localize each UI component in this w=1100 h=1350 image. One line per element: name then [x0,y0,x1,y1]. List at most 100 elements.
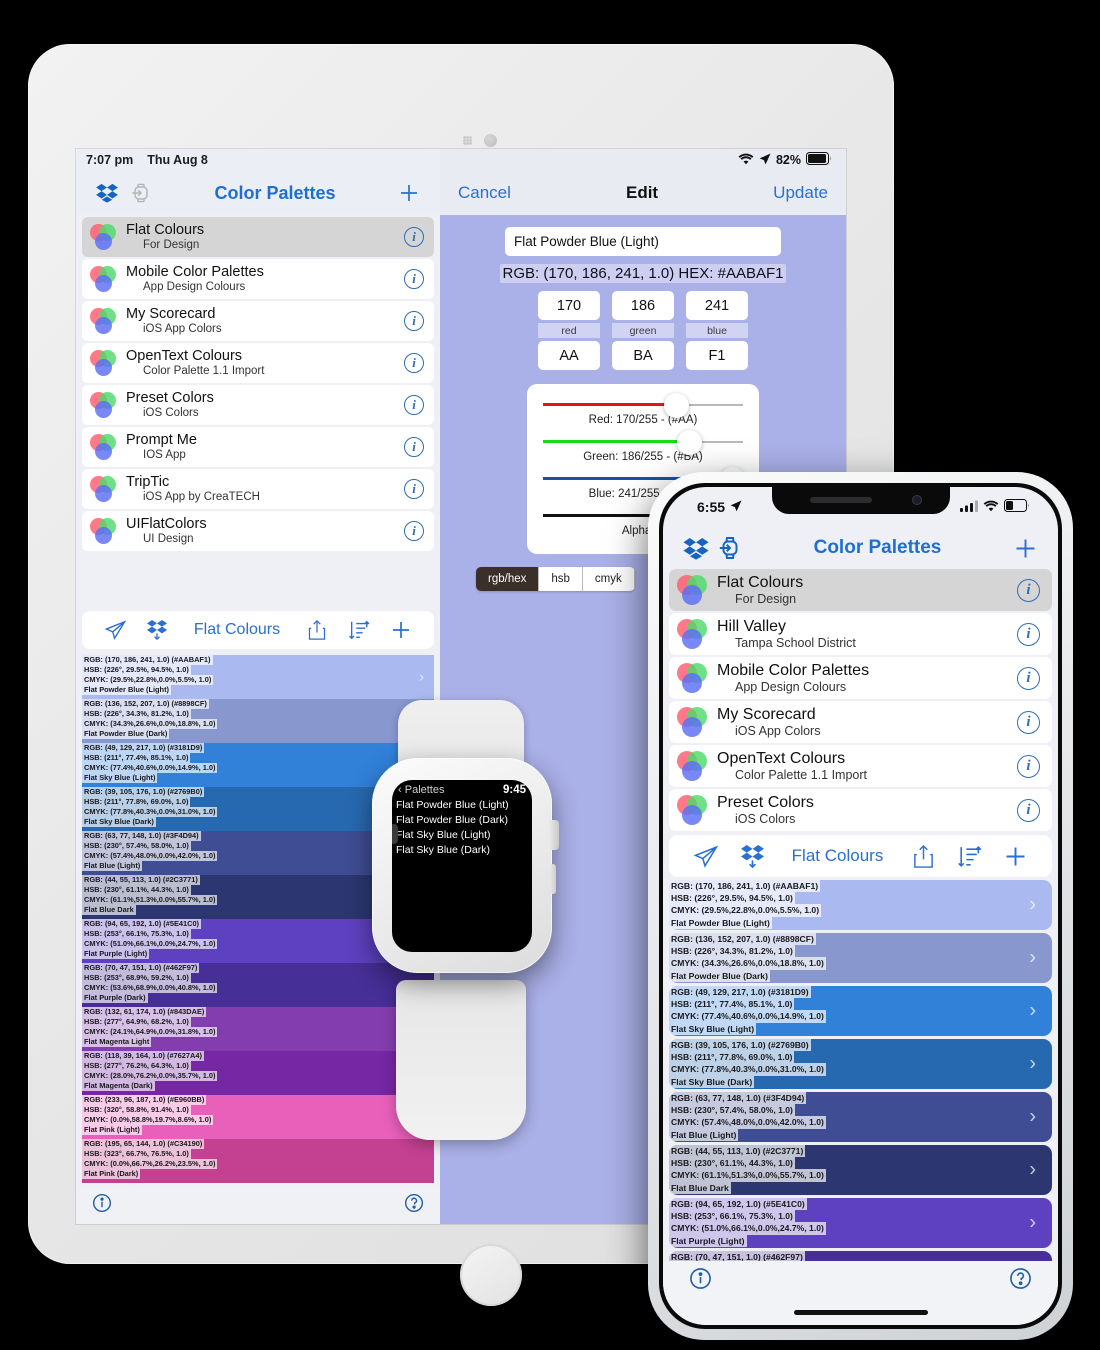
color-name: Flat Pink (Dark) [82,1169,141,1180]
palette-row[interactable]: OpenText Colours Color Palette 1.1 Impor… [82,343,434,383]
info-icon[interactable]: i [404,437,424,457]
paper-plane-icon[interactable] [94,619,136,641]
palette-row[interactable]: Mobile Color Palettes App Design Colours… [82,259,434,299]
info-icon[interactable]: i [1017,754,1040,778]
palette-row[interactable]: Flat Colours For Design i [669,569,1052,611]
channel-hex[interactable]: AA [538,341,600,370]
cmyk-line: CMYK: (57.4%,48.0%,0.0%,42.0%, 1.0) [669,1116,826,1129]
info-icon[interactable]: i [404,311,424,331]
watch-back-button[interactable]: ‹ Palettes [398,784,444,796]
ipad-home-button[interactable] [460,1244,522,1306]
channel-value[interactable]: 241 [686,291,748,320]
plus-icon[interactable] [1008,535,1042,562]
channel-slider[interactable] [543,430,743,455]
channel-value[interactable]: 170 [538,291,600,320]
help-icon[interactable] [404,1193,424,1218]
watch-side-button[interactable] [550,864,556,894]
home-indicator[interactable] [793,1310,928,1315]
iphone-color-list[interactable]: RGB: (170, 186, 241, 1.0) (#AABAF1) HSB:… [669,880,1052,1301]
palette-row[interactable]: Flat Colours For Design i [82,217,434,257]
info-icon[interactable]: i [404,395,424,415]
color-name-input[interactable]: Flat Powder Blue (Light) [505,227,781,256]
color-row[interactable]: RGB: (44, 55, 113, 1.0) (#2C3771) HSB: (… [669,1145,1052,1195]
help-icon[interactable] [1009,1267,1032,1295]
channel-hex[interactable]: BA [612,341,674,370]
palette-row[interactable]: TripTic iOS App by CreaTECH i [82,469,434,509]
info-icon[interactable]: i [1017,710,1040,734]
palette-row[interactable]: My Scorecard iOS App Colors i [82,301,434,341]
info-icon[interactable]: i [404,269,424,289]
slider-knob[interactable] [676,430,702,455]
color-row[interactable]: RGB: (39, 105, 176, 1.0) (#2769B0) HSB: … [669,1039,1052,1089]
dropbox-icon[interactable] [90,183,124,203]
edit-title: Edit [625,183,659,202]
channel-hex[interactable]: F1 [686,341,748,370]
paper-plane-icon[interactable] [683,844,729,869]
info-icon[interactable] [689,1267,712,1295]
rgb-line: RGB: (39, 105, 176, 1.0) (#2769B0) [82,787,205,798]
venn-color-icon [90,518,116,544]
dropbox-icon[interactable] [679,537,713,560]
color-row[interactable]: RGB: (170, 186, 241, 1.0) (#AABAF1) HSB:… [669,880,1052,930]
cmyk-line: CMYK: (57.4%,48.0%,0.0%,42.0%, 1.0) [82,851,218,862]
watch-color-item[interactable]: Flat Sky Blue (Light) [396,829,528,842]
channel-value[interactable]: 186 [612,291,674,320]
update-button[interactable]: Update [773,183,828,203]
sort-icon[interactable] [338,619,380,641]
share-icon[interactable] [900,844,946,869]
sort-icon[interactable] [946,844,992,869]
palette-row[interactable]: Preset Colors iOS Colors i [82,385,434,425]
channel-label: green [612,323,674,338]
watch-color-list[interactable]: Flat Powder Blue (Light) Flat Powder Blu… [392,799,532,857]
cancel-button[interactable]: Cancel [458,183,511,203]
rgb-line: RGB: (136, 152, 207, 1.0) (#8898CF) [669,933,816,946]
share-icon[interactable] [296,619,338,641]
palette-row[interactable]: UIFlatColors UI Design i [82,511,434,551]
cmyk-line: CMYK: (0.0%,58.8%,19.7%,8.6%, 1.0) [82,1115,214,1126]
watch-icon[interactable] [713,535,747,561]
plus-icon[interactable] [380,618,422,642]
slider-fill [543,403,677,406]
info-icon[interactable]: i [1017,578,1040,602]
info-icon[interactable]: i [404,479,424,499]
dropbox-download-icon[interactable] [136,619,178,641]
plus-icon[interactable] [992,843,1038,870]
palette-row[interactable]: Prompt Me IOS App i [82,427,434,467]
info-icon[interactable]: i [404,227,424,247]
hsb-line: HSB: (323°, 66.7%, 76.5%, 1.0) [82,1149,191,1160]
palette-row[interactable]: OpenText Colours Color Palette 1.1 Impor… [669,745,1052,787]
info-icon[interactable]: i [404,353,424,373]
edit-nav-row: Cancel Edit Update [440,171,846,215]
watch-color-item[interactable]: Flat Powder Blue (Dark) [396,814,528,827]
color-row[interactable]: RGB: (63, 77, 148, 1.0) (#3F4D94) HSB: (… [669,1092,1052,1142]
color-row[interactable]: RGB: (170, 186, 241, 1.0) (#AABAF1) HSB:… [82,655,434,699]
palette-row[interactable]: Hill Valley Tampa School District i [669,613,1052,655]
segment-hsb[interactable]: hsb [539,567,583,591]
color-row[interactable]: RGB: (136, 152, 207, 1.0) (#8898CF) HSB:… [669,933,1052,983]
color-list-title: Flat Colours [193,621,281,638]
color-row[interactable]: RGB: (94, 65, 192, 1.0) (#5E41C0) HSB: (… [669,1198,1052,1248]
palette-row[interactable]: Preset Colors iOS Colors i [669,789,1052,831]
info-icon[interactable]: i [1017,666,1040,690]
watch-color-item[interactable]: Flat Sky Blue (Dark) [396,844,528,857]
color-details: RGB: (136, 152, 207, 1.0) (#8898CF) HSB:… [669,933,826,982]
info-icon[interactable] [92,1193,112,1218]
digital-crown[interactable] [548,820,559,850]
battery-icon [806,152,832,168]
palette-row[interactable]: My Scorecard iOS App Colors i [669,701,1052,743]
channel-slider[interactable] [543,393,743,418]
watch-icon[interactable] [124,182,158,204]
plus-icon[interactable] [392,181,426,205]
dropbox-download-icon[interactable] [729,844,775,869]
segment-rgb-hex[interactable]: rgb/hex [476,567,540,591]
color-row[interactable]: RGB: (49, 129, 217, 1.0) (#3181D9) HSB: … [669,986,1052,1036]
color-model-segmented-control[interactable]: rgb/hex hsb cmyk [476,567,635,591]
palette-row[interactable]: Mobile Color Palettes App Design Colours… [669,657,1052,699]
info-icon[interactable]: i [1017,798,1040,822]
color-row[interactable]: RGB: (195, 65, 144, 1.0) (#C34190) HSB: … [82,1139,434,1183]
watch-color-item[interactable]: Flat Powder Blue (Light) [396,799,528,812]
info-icon[interactable]: i [1017,622,1040,646]
segment-cmyk[interactable]: cmyk [582,567,635,591]
hsb-line: HSB: (211°, 77.8%, 69.0%, 1.0) [669,1051,795,1064]
info-icon[interactable]: i [404,521,424,541]
